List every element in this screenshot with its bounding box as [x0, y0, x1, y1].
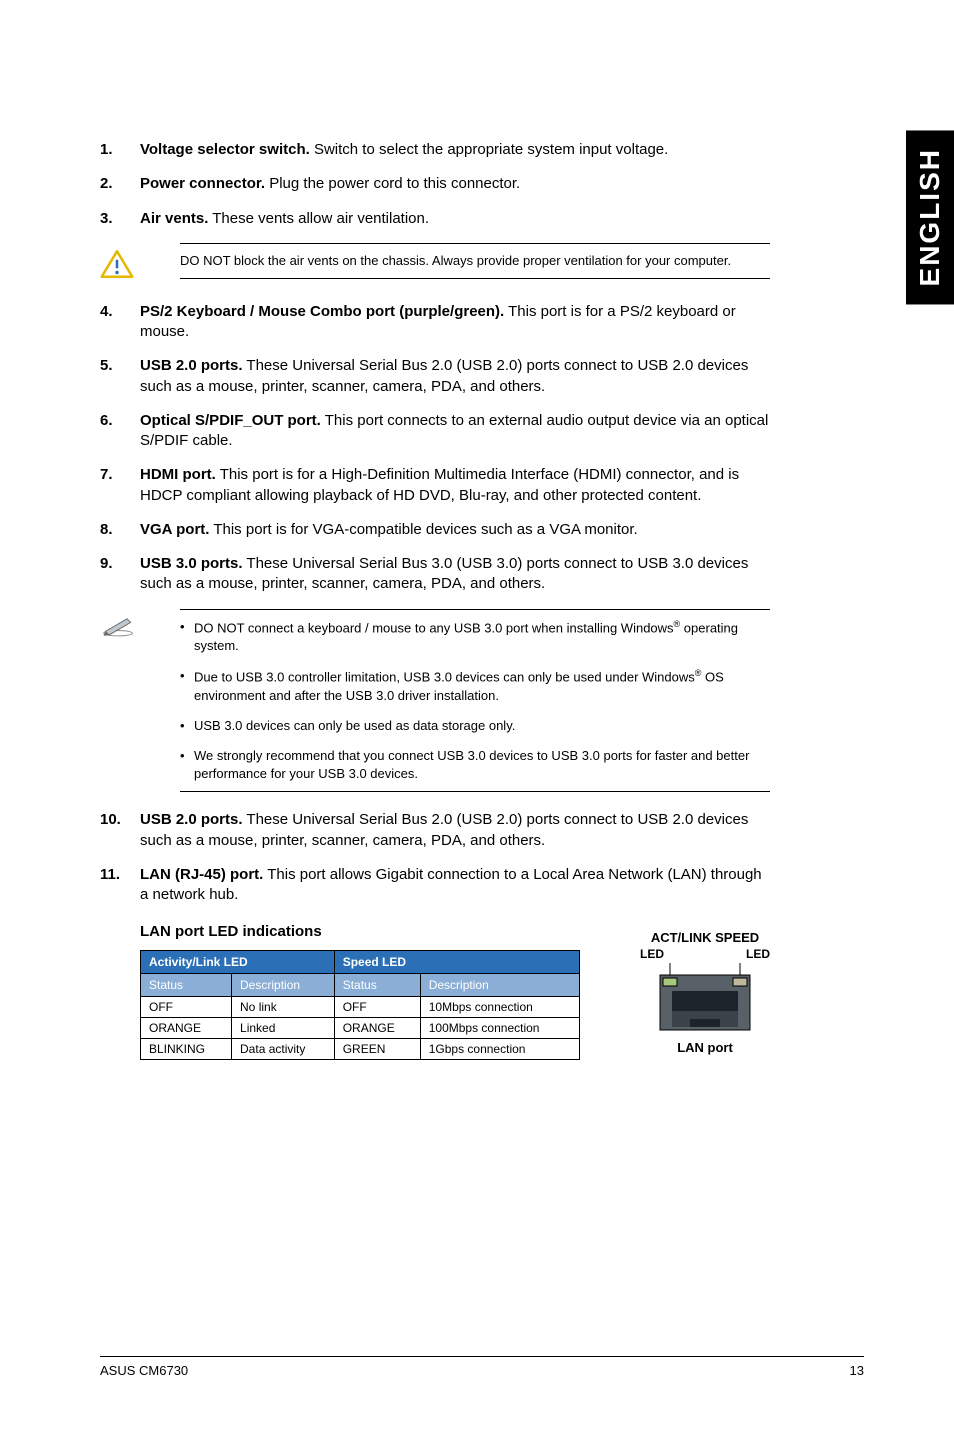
- item-bold: LAN (RJ-45) port.: [140, 866, 263, 883]
- item-number: 2.: [100, 174, 140, 194]
- item-text: Switch to select the appropriate system …: [310, 141, 669, 158]
- list-item: 11. LAN (RJ-45) port. This port allows G…: [100, 865, 770, 906]
- item-body: Power connector. Plug the power cord to …: [140, 174, 770, 194]
- item-text: This port is for a High-Definition Multi…: [140, 466, 739, 503]
- table-cell: 1Gbps connection: [420, 1039, 579, 1060]
- list-item: 9. USB 3.0 ports. These Universal Serial…: [100, 554, 770, 595]
- info-bullet: We strongly recommend that you connect U…: [180, 747, 770, 783]
- info-bullet: DO NOT connect a keyboard / mouse to any…: [180, 618, 770, 656]
- rj45-port-icon: [650, 963, 760, 1033]
- table-cell: OFF: [141, 997, 232, 1018]
- item-body: PS/2 Keyboard / Mouse Combo port (purple…: [140, 302, 770, 343]
- item-number: 10.: [100, 810, 140, 851]
- item-body: LAN (RJ-45) port. This port allows Gigab…: [140, 865, 770, 906]
- table-cell: BLINKING: [141, 1039, 232, 1060]
- language-tab: ENGLISH: [906, 130, 954, 304]
- item-bold: USB 3.0 ports.: [140, 555, 243, 572]
- list-item: 6. Optical S/PDIF_OUT port. This port co…: [100, 411, 770, 452]
- diagram-led-labels: LED LED: [640, 947, 770, 961]
- item-number: 5.: [100, 356, 140, 397]
- led-label-left: LED: [640, 947, 664, 961]
- info-bullets: DO NOT connect a keyboard / mouse to any…: [180, 618, 770, 784]
- item-body: Voltage selector switch. Switch to selec…: [140, 140, 770, 160]
- item-bold: PS/2 Keyboard / Mouse Combo port (purple…: [140, 303, 504, 320]
- item-bold: Power connector.: [140, 175, 265, 192]
- item-bold: Voltage selector switch.: [140, 141, 310, 158]
- item-body: HDMI port. This port is for a High-Defin…: [140, 465, 770, 506]
- table-cell: 10Mbps connection: [420, 997, 579, 1018]
- led-label-right: LED: [746, 947, 770, 961]
- table-header-group: Speed LED: [334, 951, 579, 974]
- item-text: Plug the power cord to this connector.: [265, 175, 520, 192]
- table-cell: GREEN: [334, 1039, 420, 1060]
- lan-info-row: Activity/Link LED Speed LED Status Descr…: [140, 950, 770, 1060]
- list-item: 8. VGA port. This port is for VGA-compat…: [100, 520, 770, 540]
- table-cell: 100Mbps connection: [420, 1018, 579, 1039]
- list-item: 2. Power connector. Plug the power cord …: [100, 174, 770, 194]
- table-row: BLINKING Data activity GREEN 1Gbps conne…: [141, 1039, 580, 1060]
- warning-text: DO NOT block the air vents on the chassi…: [180, 243, 770, 279]
- info-text: DO NOT connect a keyboard / mouse to any…: [180, 609, 770, 793]
- caution-icon: [100, 249, 140, 284]
- page-content: 1. Voltage selector switch. Switch to se…: [0, 0, 860, 1060]
- item-number: 1.: [100, 140, 140, 160]
- pencil-icon: [100, 615, 140, 642]
- item-body: Air vents. These vents allow air ventila…: [140, 209, 770, 229]
- item-body: USB 2.0 ports. These Universal Serial Bu…: [140, 356, 770, 397]
- warning-note: DO NOT block the air vents on the chassi…: [100, 243, 770, 284]
- footer-page-number: 13: [850, 1363, 864, 1378]
- item-number: 7.: [100, 465, 140, 506]
- table-header-sub: Status: [141, 974, 232, 997]
- table-row: ORANGE Linked ORANGE 100Mbps connection: [141, 1018, 580, 1039]
- diagram-caption: LAN port: [640, 1040, 770, 1055]
- list-item: 3. Air vents. These vents allow air vent…: [100, 209, 770, 229]
- item-text: These vents allow air ventilation.: [208, 210, 429, 227]
- list-item: 5. USB 2.0 ports. These Universal Serial…: [100, 356, 770, 397]
- item-bold: VGA port.: [140, 521, 209, 538]
- list-item: 1. Voltage selector switch. Switch to se…: [100, 140, 770, 160]
- info-bullet: USB 3.0 devices can only be used as data…: [180, 717, 770, 735]
- table-header-sub: Description: [232, 974, 335, 997]
- table-cell: Linked: [232, 1018, 335, 1039]
- item-bold: Optical S/PDIF_OUT port.: [140, 412, 321, 429]
- table-row: OFF No link OFF 10Mbps connection: [141, 997, 580, 1018]
- diagram-title: ACT/LINK SPEED: [640, 930, 770, 945]
- item-body: Optical S/PDIF_OUT port. This port conne…: [140, 411, 770, 452]
- item-number: 11.: [100, 865, 140, 906]
- item-number: 9.: [100, 554, 140, 595]
- table-cell: Data activity: [232, 1039, 335, 1060]
- table-header-group: Activity/Link LED: [141, 951, 335, 974]
- item-bold: USB 2.0 ports.: [140, 357, 243, 374]
- table-header-sub: Description: [420, 974, 579, 997]
- list-item: 4. PS/2 Keyboard / Mouse Combo port (pur…: [100, 302, 770, 343]
- footer-product: ASUS CM6730: [100, 1363, 188, 1378]
- lan-led-table: Activity/Link LED Speed LED Status Descr…: [140, 950, 580, 1060]
- list-item: 10. USB 2.0 ports. These Universal Seria…: [100, 810, 770, 851]
- page-footer: ASUS CM6730 13: [100, 1356, 864, 1378]
- item-number: 6.: [100, 411, 140, 452]
- lan-port-diagram: ACT/LINK SPEED LED LED LAN port: [640, 930, 770, 1055]
- info-note: DO NOT connect a keyboard / mouse to any…: [100, 609, 770, 793]
- info-bullet: Due to USB 3.0 controller limitation, US…: [180, 667, 770, 705]
- item-number: 3.: [100, 209, 140, 229]
- item-number: 4.: [100, 302, 140, 343]
- table-header-sub: Status: [334, 974, 420, 997]
- table-cell: OFF: [334, 997, 420, 1018]
- item-bold: USB 2.0 ports.: [140, 811, 243, 828]
- item-number: 8.: [100, 520, 140, 540]
- list-item: 7. HDMI port. This port is for a High-De…: [100, 465, 770, 506]
- item-body: USB 2.0 ports. These Universal Serial Bu…: [140, 810, 770, 851]
- item-bold: Air vents.: [140, 210, 208, 227]
- table-cell: ORANGE: [334, 1018, 420, 1039]
- table-cell: ORANGE: [141, 1018, 232, 1039]
- item-body: VGA port. This port is for VGA-compatibl…: [140, 520, 770, 540]
- item-body: USB 3.0 ports. These Universal Serial Bu…: [140, 554, 770, 595]
- item-text: This port is for VGA-compatible devices …: [209, 521, 637, 538]
- item-bold: HDMI port.: [140, 466, 216, 483]
- table-cell: No link: [232, 997, 335, 1018]
